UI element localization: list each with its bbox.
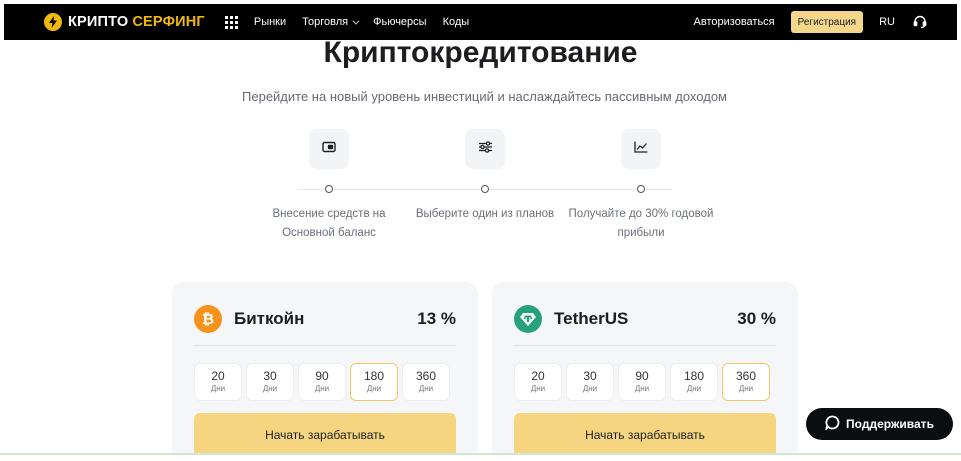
header-actions: Авторизоваться Регистрация RU	[694, 11, 927, 33]
step-1-tile	[309, 129, 349, 169]
card-divider	[194, 345, 456, 346]
wallet-icon	[322, 140, 336, 158]
period-option[interactable]: 360 Дни	[402, 363, 450, 401]
step-3-text: Получайте до 30% годовой прибыли	[568, 208, 714, 239]
sliders-icon	[478, 140, 493, 158]
main-nav: Рынки Торговля Фьючерсы Коды	[254, 16, 485, 28]
coin-name: TetherUS	[554, 309, 629, 328]
product-card-bitcoin: ₿ Биткойн 13 % 20 Дни 30 Дни 90 Дни 180 Дни …	[172, 282, 478, 461]
login-link[interactable]: Авторизоваться	[694, 16, 775, 28]
period-selector: 20 Дни 30 Дни 90 Дни 180 Дни 360 Дни	[514, 363, 774, 401]
card-divider	[514, 345, 776, 346]
start-earning-button[interactable]: Начать зарабатывать	[514, 413, 776, 457]
step-3-tile	[621, 129, 661, 169]
grid-icon[interactable]	[224, 15, 238, 29]
tether-icon	[514, 305, 542, 333]
coin-name: Биткойн	[234, 309, 305, 328]
lightning-icon	[44, 13, 62, 31]
support-label: Поддерживать	[846, 417, 934, 431]
chat-bubble-icon	[824, 415, 846, 433]
product-card-tether: TetherUS 30 % 20 Дни 30 Дни 90 Дни 180 Дни 3…	[492, 282, 798, 461]
period-option-selected[interactable]: 360 Дни	[722, 363, 770, 401]
brand-logo[interactable]: КРИПТО СЕРФИНГ	[44, 13, 205, 31]
period-option[interactable]: 20 Дни	[514, 363, 562, 401]
nav-item-markets[interactable]: Рынки	[254, 16, 286, 28]
chart-line-icon	[634, 140, 648, 158]
card-header: ₿ Биткойн 13 %	[194, 304, 456, 334]
period-option[interactable]: 30 Дни	[246, 363, 294, 401]
apr-rate: 30 %	[737, 309, 776, 328]
svg-text:₿: ₿	[202, 311, 214, 327]
support-chat-button[interactable]: Поддерживать	[806, 408, 953, 440]
nav-item-trade[interactable]: Торговля	[302, 16, 360, 28]
page-bottom-edge	[0, 453, 961, 461]
step-1-text: Внесение средств на Основной баланс	[272, 208, 386, 239]
step-2-marker	[481, 185, 489, 193]
period-option[interactable]: 180 Дни	[670, 363, 718, 401]
apr-rate: 13 %	[417, 309, 456, 328]
period-selector: 20 Дни 30 Дни 90 Дни 180 Дни 360 Дни	[194, 363, 454, 401]
language-selector[interactable]: RU	[879, 16, 895, 28]
page-subtitle: Перейдите на новый уровень инвестиций и …	[242, 89, 727, 104]
period-option[interactable]: 20 Дни	[194, 363, 242, 401]
start-earning-button[interactable]: Начать зарабатывать	[194, 413, 456, 457]
step-3-marker	[637, 185, 645, 193]
page-title: Криптокредитование	[323, 36, 638, 69]
nav-item-codes[interactable]: Коды	[443, 16, 470, 28]
step-2-tile	[465, 129, 505, 169]
step-1-marker	[325, 185, 333, 193]
register-button[interactable]: Регистрация	[790, 11, 864, 33]
step-2-text: Выберите один из планов	[415, 208, 555, 220]
headset-icon[interactable]	[913, 15, 927, 29]
chevron-down-icon	[352, 17, 360, 25]
period-option-selected[interactable]: 180 Дни	[350, 363, 398, 401]
card-header: TetherUS 30 %	[514, 304, 776, 334]
nav-item-futures[interactable]: Фьючерсы	[373, 16, 426, 28]
period-option[interactable]: 90 Дни	[298, 363, 346, 401]
period-option[interactable]: 30 Дни	[566, 363, 614, 401]
bitcoin-icon: ₿	[194, 305, 222, 333]
period-option[interactable]: 90 Дни	[618, 363, 666, 401]
brand-name: КРИПТО СЕРФИНГ	[68, 14, 205, 30]
